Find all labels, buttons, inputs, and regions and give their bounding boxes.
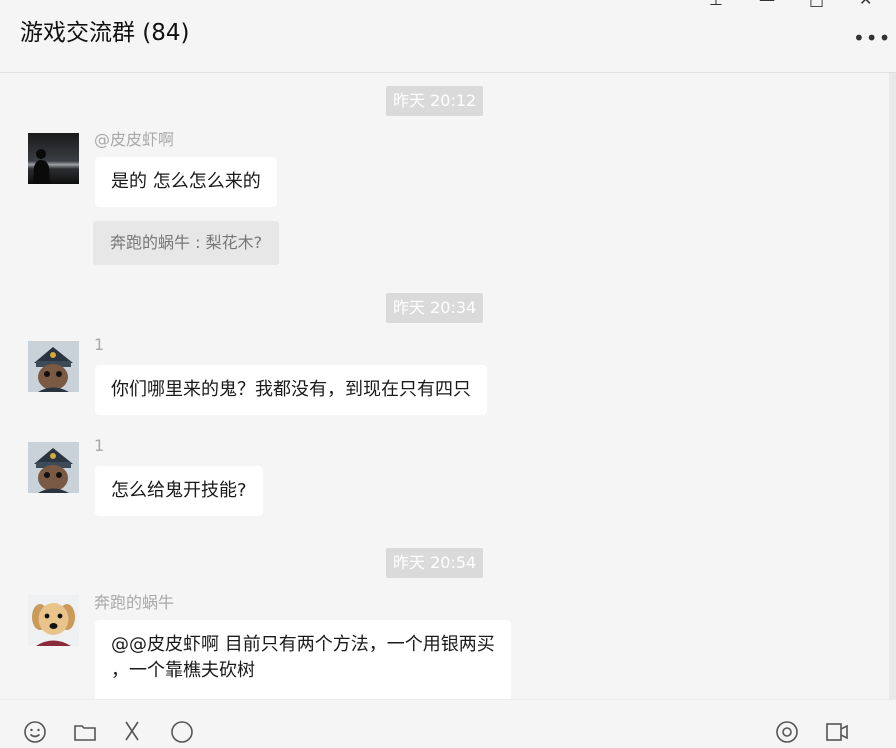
chat-title: 游戏交流群 (84) (20, 20, 190, 46)
message-bubble[interactable]: 你们哪里来的鬼？我都没有，到现在只有四只 (95, 365, 487, 415)
time-separator: 昨天 20:12 (386, 86, 484, 116)
chat-header: 游戏交流群 (84) ⊥ — □ ✕ ••• (0, 0, 896, 73)
message-line: ，一个靠樵夫砍树 (111, 660, 255, 681)
sender-name: 1 (94, 335, 105, 354)
quoted-message[interactable]: 奔跑的蜗牛 : 梨花木? (93, 221, 280, 265)
cartoon-warrior-avatar[interactable] (28, 341, 79, 392)
scissors-icon[interactable] (120, 720, 144, 744)
phone-icon[interactable] (825, 720, 849, 744)
message-bubble[interactable]: @@皮皮虾啊 目前只有两个方法，一个用银两买 ，一个靠樵夫砍树 (95, 620, 511, 704)
message-bubble[interactable]: 是的 怎么怎么来的 (95, 157, 277, 207)
time-separator: 昨天 20:54 (386, 548, 484, 578)
cartoon-warrior-avatar[interactable] (28, 442, 79, 493)
minimize-icon[interactable]: — (759, 0, 775, 9)
scrollbar[interactable] (889, 73, 896, 699)
time-separator: 昨天 20:34 (386, 293, 484, 323)
puppy-avatar[interactable] (28, 595, 79, 646)
video-call-icon[interactable] (775, 720, 799, 744)
emoji-icon[interactable] (23, 720, 47, 744)
message-bubble[interactable]: 怎么给鬼开技能? (95, 466, 263, 516)
folder-icon[interactable] (73, 720, 97, 744)
maximize-icon[interactable]: □ (809, 0, 824, 9)
sender-name: 奔跑的蜗牛 (94, 593, 175, 612)
input-toolbar (0, 699, 896, 743)
silhouette-avatar[interactable] (28, 133, 79, 184)
close-icon[interactable]: ✕ (859, 0, 872, 9)
message-line: @@皮皮虾啊 目前只有两个方法，一个用银两买 (111, 634, 495, 655)
chat-bubble-icon[interactable] (170, 720, 194, 744)
pin-icon[interactable]: ⊥ (709, 0, 723, 9)
sender-name: @皮皮虾啊 (94, 130, 175, 149)
sender-name: 1 (94, 436, 105, 455)
more-options-icon[interactable]: ••• (853, 26, 891, 50)
